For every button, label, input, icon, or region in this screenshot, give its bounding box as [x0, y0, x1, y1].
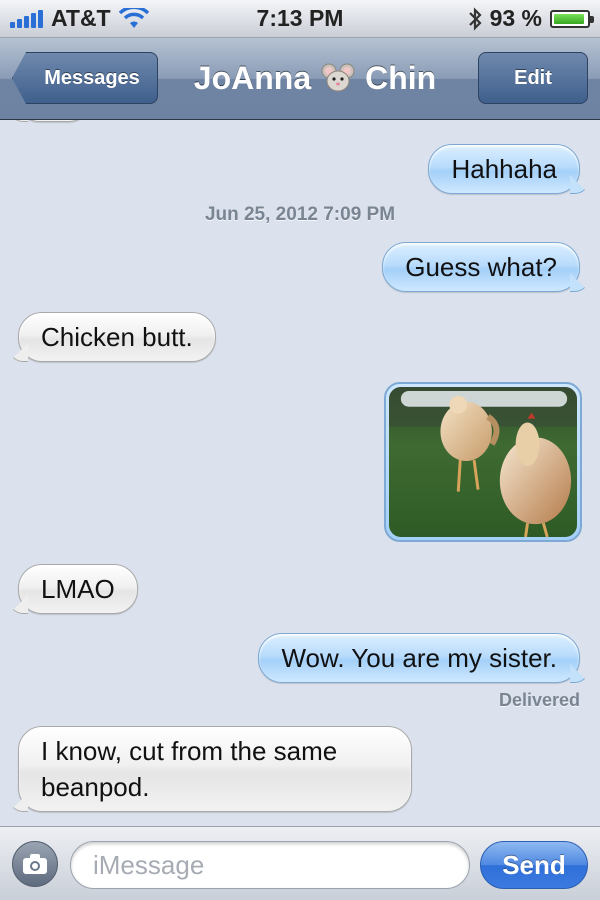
chicken-photo: [389, 387, 577, 537]
status-left: AT&T: [10, 5, 149, 32]
contact-last-name: Chin: [365, 59, 437, 96]
bluetooth-icon: [468, 6, 482, 31]
status-right: 93 %: [468, 5, 594, 32]
nav-bar: Messages JoAnna Chin Edit: [0, 38, 600, 120]
send-button[interactable]: Send: [480, 841, 588, 889]
clock: 7:13 PM: [256, 5, 344, 31]
delivered-status: Delivered: [498, 690, 580, 710]
contact-first-name: JoAnna: [193, 59, 312, 96]
signal-strength-icon: [10, 9, 43, 28]
battery-icon: [550, 9, 594, 28]
wifi-icon: [118, 7, 149, 28]
camera-icon: [23, 854, 47, 874]
battery-percent: 93 %: [489, 5, 542, 31]
message-bubble-outgoing[interactable]: Hahhaha: [428, 144, 580, 194]
carrier-label: AT&T: [51, 5, 111, 31]
messages-back-button[interactable]: Messages: [12, 52, 158, 104]
conversation-title: JoAnna Chin: [160, 52, 470, 104]
photo-message-bubble[interactable]: [384, 382, 582, 542]
camera-button[interactable]: [12, 841, 58, 887]
edit-button[interactable]: Edit: [478, 52, 588, 104]
compose-bar: Send: [0, 826, 600, 900]
message-timestamp: Jun 25, 2012 7:09 PM: [204, 204, 396, 225]
message-bubble-outgoing[interactable]: Wow. You are my sister.: [258, 633, 580, 683]
message-bubble-outgoing[interactable]: Guess what?: [382, 242, 580, 292]
status-bar: AT&T 7:13 PM 93 %: [0, 0, 600, 38]
message-bubble-incoming[interactable]: I know, cut from the same beanpod.: [18, 726, 412, 812]
mouse-face-icon: [321, 63, 355, 92]
message-thread[interactable]: Hahhaha Jun 25, 2012 7:09 PM Guess what?…: [0, 120, 600, 826]
message-bubble-incoming[interactable]: Chicken butt.: [18, 312, 216, 362]
imessage-input[interactable]: [70, 841, 470, 889]
message-bubble-incoming-partial: [18, 120, 90, 122]
message-bubble-incoming[interactable]: LMAO: [18, 564, 138, 614]
